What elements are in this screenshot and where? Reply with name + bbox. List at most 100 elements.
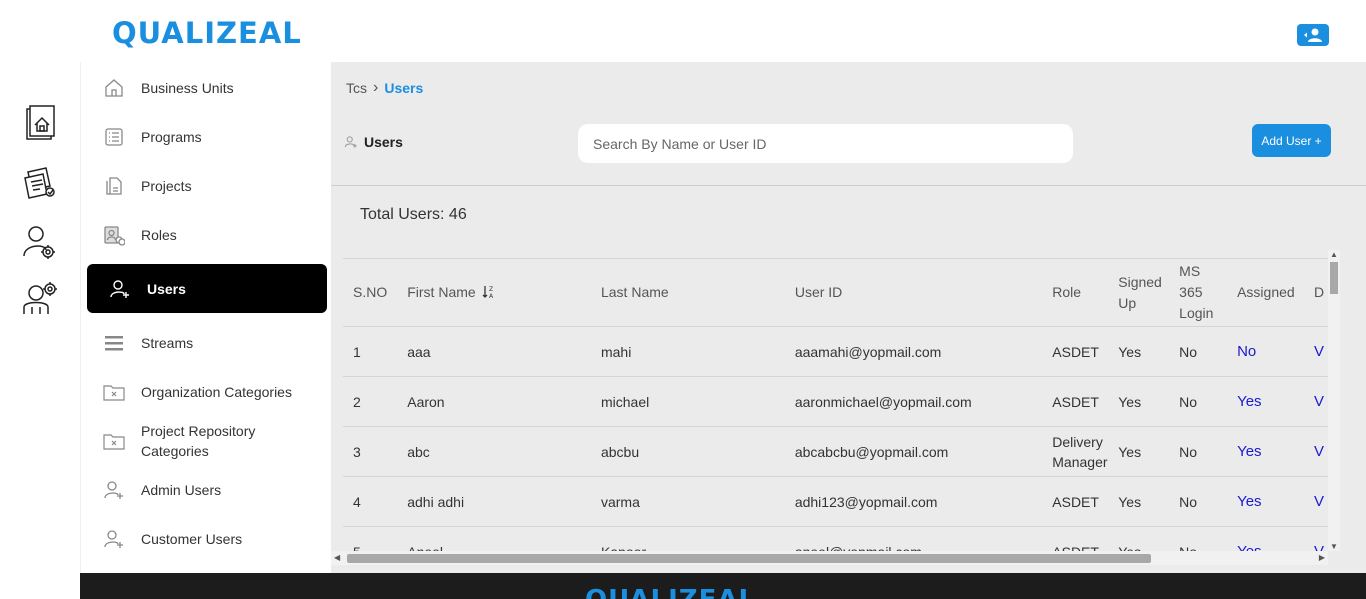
cell-d-link[interactable]: V [1310,376,1328,427]
horizontal-scrollbar[interactable]: ◀ ▶ [331,551,1328,565]
sidebar-item-programs[interactable]: Programs [81,114,332,160]
qualizeal-logo[interactable]: QUALIZEAL [112,16,302,50]
breadcrumb-parent[interactable]: Tcs [346,80,367,96]
vertical-scroll-thumb[interactable] [1330,262,1338,294]
sidebar-item-label: Projects [141,178,192,194]
left-icon-rail [0,62,80,599]
sidebar-item-streams[interactable]: Streams [81,320,332,366]
table-header-row: S.NO First Name ZA Last Name User ID Rol… [343,258,1328,327]
table-row[interactable]: 4 adhi adhi varma adhi123@yopmail.com AS… [343,476,1328,527]
sidebar-item-label: Roles [141,227,177,243]
cell-user-id: aaronmichael@yopmail.com [784,376,1043,427]
cell-signed-up: Yes [1118,426,1180,477]
col-header-d: D [1310,258,1328,327]
cell-role: ASDET [1042,476,1119,527]
cell-sno: 5 [343,526,398,551]
cell-ms365-login: No [1179,526,1234,551]
cell-role: ASDET [1042,526,1119,551]
cell-d-link[interactable]: V [1310,476,1328,527]
scroll-right-icon[interactable]: ▶ [1319,553,1325,562]
cell-first-name: Aneel [397,526,591,551]
table-row[interactable]: 1 aaa mahi aaamahi@yopmail.com ASDET Yes… [343,326,1328,377]
sidebar-item-projects[interactable]: Projects [81,163,332,209]
col-header-signed-up: Signed Up [1118,258,1180,327]
sidebar-item-project-repository-categories[interactable]: Project Repository Categories [81,418,332,464]
cell-ms365-login: No [1179,426,1234,477]
table-row[interactable]: 5 Aneel Kapoor aneel@yopmail.com ASDET Y… [343,526,1328,551]
cell-last-name: abcbu [590,426,785,477]
col-header-user-id: User ID [784,258,1043,327]
sidebar-item-label: Programs [141,129,202,145]
sidebar: Business Units Programs Projects Roles U… [80,62,331,573]
sidebar-item-label: Streams [141,335,194,351]
cell-last-name: michael [590,376,785,427]
scroll-down-icon[interactable]: ▼ [1330,542,1338,551]
col-header-assigned: Assigned [1233,258,1311,327]
sidebar-item-business-units[interactable]: Business Units [81,65,332,111]
main-content: Tcs › Users Users Add User + Total Users… [331,62,1366,573]
user-settings-icon[interactable] [22,224,58,260]
add-user-button[interactable]: Add User + [1252,124,1331,157]
cell-d-link[interactable]: V [1310,426,1328,477]
documents-icon[interactable] [22,164,58,200]
page-title-text: Users [364,134,403,150]
footer: QUALIZEAL [80,573,1366,599]
breadcrumb-current: Users [384,80,424,96]
cell-first-name: Aaron [397,376,591,427]
cell-assigned-link[interactable]: No [1233,326,1311,377]
search-input[interactable] [578,124,1073,163]
divider [331,185,1366,186]
logo-text: QUALIZEAL [112,16,302,50]
cell-sno: 4 [343,476,398,527]
cell-role: ASDET [1042,376,1119,427]
col-header-role: Role [1042,258,1119,327]
horizontal-scroll-thumb[interactable] [347,554,1151,563]
file-icon [103,175,125,197]
table-row[interactable]: 2 Aaron michael aaronmichael@yopmail.com… [343,376,1328,427]
sidebar-item-customer-users[interactable]: Customer Users [81,516,332,562]
users-table: S.NO First Name ZA Last Name User ID Rol… [343,258,1328,551]
scroll-up-icon[interactable]: ▲ [1330,250,1338,259]
cell-assigned-link[interactable]: Yes [1233,526,1311,551]
cell-user-id: adhi123@yopmail.com [784,476,1043,527]
sidebar-item-label: Admin Users [141,482,222,498]
cell-assigned-link[interactable]: Yes [1233,476,1311,527]
cell-first-name: aaa [397,326,591,377]
sidebar-item-label: Organization Categories [141,384,292,400]
streams-icon [103,332,125,354]
col-header-last-name: Last Name [590,258,785,327]
admin-gear-icon[interactable] [22,279,58,315]
cell-user-id: aaamahi@yopmail.com [784,326,1043,377]
scroll-left-icon[interactable]: ◀ [334,553,340,562]
sort-az-icon[interactable]: ZA [482,285,496,300]
sidebar-item-users[interactable]: Users [87,264,327,313]
cell-last-name: varma [590,476,785,527]
page-title: Users [344,134,403,150]
cell-ms365-login: No [1179,476,1234,527]
cell-last-name: mahi [590,326,785,377]
cell-ms365-login: No [1179,326,1234,377]
breadcrumb: Tcs › Users [346,79,423,97]
business-home-icon[interactable] [22,105,58,141]
sidebar-item-roles[interactable]: Roles [81,212,332,258]
cell-role: ASDET [1042,326,1119,377]
sidebar-item-admin-users[interactable]: Admin Users [81,467,332,513]
profile-switch-button[interactable] [1297,24,1329,46]
cell-assigned-link[interactable]: Yes [1233,426,1311,477]
user-add-icon [109,278,131,300]
cell-ms365-login: No [1179,376,1234,427]
cell-d-link[interactable]: V [1310,526,1328,551]
svg-text:Z: Z [489,286,493,293]
vertical-scrollbar[interactable]: ▲ ▼ [1328,250,1340,551]
cell-signed-up: Yes [1118,376,1180,427]
table-row[interactable]: 3 abc abcbu abcabcbu@yopmail.com Deliver… [343,426,1328,477]
col-header-ms365-login: MS 365 Login [1179,258,1234,327]
cell-d-link[interactable]: V [1310,326,1328,377]
user-switch-icon [1304,28,1322,42]
col-header-label: First Name [407,284,476,300]
col-header-first-name[interactable]: First Name ZA [397,258,591,327]
cell-assigned-link[interactable]: Yes [1233,376,1311,427]
sidebar-item-organization-categories[interactable]: Organization Categories [81,369,332,415]
user-add-icon [103,528,125,550]
cell-sno: 1 [343,326,398,377]
